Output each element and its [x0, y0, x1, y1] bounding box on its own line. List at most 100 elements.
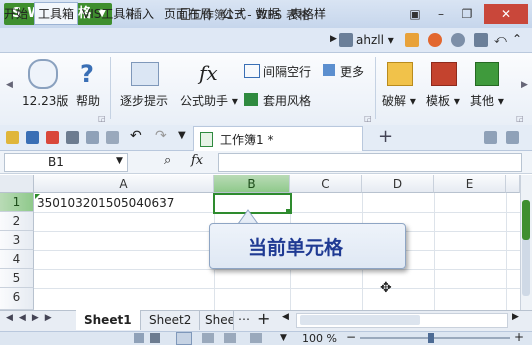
zoom-out-icon[interactable]: −	[346, 330, 356, 344]
crack-button[interactable]: 破解 ▾	[382, 92, 416, 109]
save-icon[interactable]	[150, 333, 160, 343]
apply-style-button[interactable]: 套用风格	[263, 92, 311, 109]
more-button[interactable]: 更多	[340, 63, 364, 80]
magnifier-icon	[28, 59, 58, 89]
formula-input[interactable]	[218, 153, 522, 172]
close-button[interactable]: ✕	[484, 4, 528, 24]
crack-icon	[387, 62, 413, 86]
menu-insert[interactable]: 插入	[127, 3, 157, 24]
gridline	[34, 269, 520, 270]
help-circle-icon[interactable]	[451, 33, 465, 47]
fx-button[interactable]: fx	[191, 153, 203, 168]
help-button[interactable]: 帮助	[76, 92, 100, 109]
scroll-left-icon[interactable]: ◀	[6, 80, 13, 90]
column-header-b[interactable]: B	[214, 175, 290, 193]
zoom-in-icon[interactable]: +	[514, 330, 524, 344]
user-avatar-icon[interactable]	[339, 33, 353, 47]
row-header-6[interactable]: 6	[0, 288, 34, 310]
tab-list-icon[interactable]	[484, 131, 497, 144]
skin-icon[interactable]: ▣	[404, 4, 426, 24]
select-all-corner[interactable]	[0, 175, 34, 193]
zoom-slider-thumb[interactable]	[428, 333, 434, 343]
version-button[interactable]: 12.23版	[22, 92, 68, 109]
column-header-partial[interactable]	[506, 175, 520, 193]
restore-button[interactable]: ❐	[456, 4, 478, 24]
menu-data[interactable]: 数据	[253, 3, 283, 24]
cursor-cross-icon: ✥	[380, 280, 392, 296]
format-painter-icon[interactable]	[106, 131, 119, 144]
expand-icon[interactable]: ◲	[516, 114, 524, 123]
shirt-icon[interactable]	[474, 33, 488, 47]
chevron-down-icon[interactable]: ▼	[116, 156, 123, 166]
row-header-2[interactable]: 2	[0, 212, 34, 231]
mail-icon[interactable]	[405, 33, 419, 47]
row-header-1[interactable]: 1	[0, 193, 34, 212]
scroll-right-icon[interactable]: ▶	[512, 312, 519, 322]
fill-handle[interactable]	[286, 209, 291, 214]
row-header-4[interactable]: 4	[0, 250, 34, 269]
column-header-a[interactable]: A	[34, 175, 214, 193]
horizontal-scrollbar-thumb[interactable]	[300, 315, 420, 325]
menu-formula[interactable]: 公式	[219, 3, 249, 24]
row-header-3[interactable]: 3	[0, 231, 34, 250]
sheet-nav-arrows-icon[interactable]: ◀◀▶▶	[6, 313, 58, 323]
undo-icon[interactable]: ↶	[130, 128, 142, 144]
chevron-down-icon[interactable]: ▼	[178, 130, 186, 141]
interval-blank-row-button[interactable]: 间隔空行	[263, 63, 311, 80]
sheet-tab-1[interactable]: Sheet1	[76, 310, 141, 330]
arrow-left-icon[interactable]: ⤺	[494, 32, 507, 47]
close-tab-icon[interactable]	[506, 131, 519, 144]
scroll-right-icon[interactable]: ▶	[521, 80, 528, 90]
name-box[interactable]	[4, 153, 128, 172]
step-hint-button[interactable]: 逐步提示	[120, 92, 168, 109]
gridline	[434, 193, 435, 310]
cell-reference: B1	[48, 155, 64, 169]
menu-table-style[interactable]: 表格样	[287, 3, 333, 24]
add-sheet-button[interactable]: +	[257, 309, 270, 328]
user-name[interactable]: ahzll ▾	[356, 33, 394, 47]
chevron-up-icon[interactable]: ⌃	[512, 32, 522, 46]
other-button[interactable]: 其他 ▾	[470, 92, 504, 109]
document-tab[interactable]	[193, 126, 363, 151]
sheet-doc-icon	[200, 132, 213, 147]
magnifier-icon[interactable]: ⌕	[164, 153, 171, 168]
new-tab-button[interactable]: +	[378, 126, 393, 147]
record-macro-icon[interactable]	[134, 333, 144, 343]
more-sheets-icon[interactable]: ⋯	[238, 312, 250, 326]
column-header-c[interactable]: C	[290, 175, 362, 193]
zoom-slider[interactable]	[360, 337, 510, 339]
page-break-view-icon[interactable]	[224, 333, 236, 343]
sheet-tab-3[interactable]: Shee	[197, 310, 234, 330]
save-icon[interactable]	[26, 131, 39, 144]
template-button[interactable]: 模板 ▾	[426, 92, 460, 109]
normal-view-icon[interactable]	[176, 332, 192, 345]
menu-vis-toolbox[interactable]: VIS工具箱	[79, 3, 133, 24]
menu-page-layout[interactable]: 页面布局	[161, 3, 215, 24]
sheet-tab-2[interactable]: Sheet2	[141, 310, 201, 330]
page-layout-view-icon[interactable]	[202, 333, 214, 343]
column-header-d[interactable]: D	[362, 175, 434, 193]
expand-icon[interactable]: ◲	[98, 114, 106, 123]
template-icon	[431, 62, 457, 86]
redo-icon[interactable]: ↷	[155, 128, 167, 144]
column-header-e[interactable]: E	[434, 175, 506, 193]
zoom-level[interactable]: 100 %	[302, 332, 337, 345]
row-header-5[interactable]: 5	[0, 269, 34, 288]
open-folder-icon[interactable]	[6, 131, 19, 144]
cell-a1[interactable]: 350103201505040637	[37, 196, 174, 210]
chevron-down-icon[interactable]: ▼	[280, 333, 287, 343]
menu-start[interactable]: 开始	[1, 3, 31, 24]
formula-helper-button[interactable]: 公式助手 ▾	[180, 92, 238, 109]
fullscreen-icon[interactable]	[250, 333, 262, 343]
notification-icon[interactable]	[428, 33, 442, 47]
grid-icon	[323, 64, 335, 76]
chevron-right-icon[interactable]: ▶	[330, 34, 337, 44]
menu-toolbox[interactable]: 工具箱	[34, 2, 79, 25]
print-icon[interactable]	[66, 131, 79, 144]
scroll-left-icon[interactable]: ◀	[282, 312, 289, 322]
pdf-icon[interactable]	[46, 131, 59, 144]
expand-icon[interactable]: ◲	[364, 114, 372, 123]
minimize-button[interactable]: –	[430, 4, 452, 24]
question-icon: ?	[80, 60, 94, 88]
print-preview-icon[interactable]	[86, 131, 99, 144]
